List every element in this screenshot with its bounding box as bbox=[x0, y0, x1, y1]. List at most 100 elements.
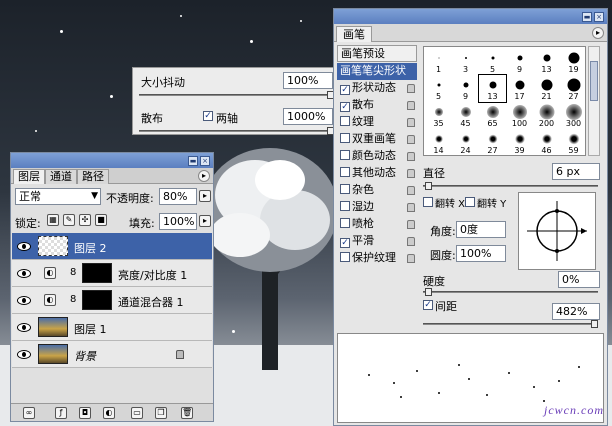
brush-option-7[interactable]: 湿边 bbox=[337, 199, 417, 216]
angle-input[interactable]: 0度 bbox=[456, 221, 506, 238]
chain-link-icon[interactable]: 8 bbox=[70, 294, 76, 305]
close-button[interactable]: × bbox=[200, 155, 210, 166]
lock-icon[interactable] bbox=[407, 186, 415, 195]
lock-icon[interactable] bbox=[407, 84, 415, 93]
brush-tip-14[interactable]: 65 bbox=[479, 102, 506, 129]
lock-paint-icon[interactable]: ✎ bbox=[63, 214, 75, 226]
brush-grid-scrollbar[interactable] bbox=[588, 46, 600, 156]
layer-row[interactable]: ◐ 8 亮度/对比度 1 bbox=[12, 260, 212, 287]
slider-knob[interactable] bbox=[425, 288, 432, 296]
both-axes-checkbox[interactable]: ✓ bbox=[203, 111, 213, 121]
layer-mask-thumbnail[interactable] bbox=[82, 290, 112, 310]
layer-row[interactable]: 图层 2 bbox=[12, 233, 212, 260]
brush-tip-shape-item[interactable]: 画笔笔尖形状 bbox=[337, 63, 417, 80]
lock-icon[interactable] bbox=[407, 169, 415, 178]
flip-x-checkbox[interactable] bbox=[423, 197, 433, 207]
brush-tip-23[interactable]: 59 bbox=[560, 129, 587, 156]
option-checkbox[interactable] bbox=[340, 252, 350, 262]
link-layers-icon[interactable]: ∞ bbox=[23, 407, 35, 419]
diameter-slider[interactable] bbox=[423, 182, 598, 190]
panel-menu-icon[interactable]: ▸ bbox=[198, 170, 210, 182]
slider-knob[interactable] bbox=[591, 320, 598, 328]
opacity-input[interactable]: 80% bbox=[159, 188, 197, 205]
layer-thumbnail[interactable] bbox=[38, 236, 68, 256]
blend-mode-select[interactable]: 正常 ▼ bbox=[15, 188, 101, 205]
layer-thumbnail[interactable] bbox=[38, 344, 68, 364]
brush-tip-20[interactable]: 27 bbox=[479, 129, 506, 156]
brush-option-0[interactable]: ✓ 形状动态 bbox=[337, 80, 417, 97]
option-checkbox[interactable] bbox=[340, 201, 350, 211]
eye-icon[interactable] bbox=[17, 242, 31, 251]
panel-menu-icon[interactable]: ▸ bbox=[592, 27, 604, 39]
brush-tip-13[interactable]: 45 bbox=[452, 102, 479, 129]
scatter-input[interactable]: 1000% bbox=[283, 108, 333, 125]
angle-roundness-widget[interactable] bbox=[518, 192, 596, 270]
lock-icon[interactable] bbox=[407, 203, 415, 212]
tab-layers[interactable]: 图层 bbox=[13, 169, 45, 184]
brush-presets-button[interactable]: 画笔预设 bbox=[337, 45, 417, 62]
brush-tip-7[interactable]: 9 bbox=[452, 75, 479, 102]
brush-option-6[interactable]: 杂色 bbox=[337, 182, 417, 199]
brush-tip-21[interactable]: 39 bbox=[506, 129, 533, 156]
brush-tip-18[interactable]: 14 bbox=[425, 129, 452, 156]
adjustment-layer-icon[interactable]: ◐ bbox=[103, 407, 115, 419]
scrollbar-thumb[interactable] bbox=[590, 61, 598, 101]
option-checkbox[interactable]: ✓ bbox=[340, 238, 350, 248]
lock-icon[interactable] bbox=[407, 135, 415, 144]
new-layer-icon[interactable]: ❐ bbox=[155, 407, 167, 419]
brush-tip-9[interactable]: 17 bbox=[506, 75, 533, 102]
fill-input[interactable]: 100% bbox=[159, 213, 197, 230]
spacing-input[interactable]: 482% bbox=[552, 303, 600, 320]
brush-tip-16[interactable]: 200 bbox=[533, 102, 560, 129]
option-checkbox[interactable] bbox=[340, 133, 350, 143]
brush-option-5[interactable]: 其他动态 bbox=[337, 165, 417, 182]
brush-tip-1[interactable]: 3 bbox=[452, 48, 479, 75]
diameter-input[interactable]: 6 px bbox=[552, 163, 600, 180]
brush-option-10[interactable]: 保护纹理 bbox=[337, 250, 417, 267]
layer-mask-thumbnail[interactable] bbox=[82, 263, 112, 283]
brush-tip-12[interactable]: 35 bbox=[425, 102, 452, 129]
tab-brush[interactable]: 画笔 bbox=[336, 26, 372, 42]
lock-icon[interactable] bbox=[407, 152, 415, 161]
brush-option-8[interactable]: 喷枪 bbox=[337, 216, 417, 233]
layer-row[interactable]: 背景 bbox=[12, 341, 212, 368]
brush-tip-5[interactable]: 19 bbox=[560, 48, 587, 75]
brush-option-1[interactable]: ✓ 散布 bbox=[337, 97, 417, 114]
option-checkbox[interactable] bbox=[340, 184, 350, 194]
roundness-input[interactable]: 100% bbox=[456, 245, 506, 262]
lock-icon[interactable] bbox=[407, 220, 415, 229]
brush-panel-titlebar[interactable]: ▬ × bbox=[334, 9, 607, 24]
trash-icon[interactable]: 🗑 bbox=[181, 407, 193, 419]
new-group-icon[interactable]: ▭ bbox=[131, 407, 143, 419]
layer-thumbnail[interactable] bbox=[38, 317, 68, 337]
eye-icon[interactable] bbox=[17, 350, 31, 359]
tab-channels[interactable]: 通道 bbox=[45, 169, 77, 184]
option-checkbox[interactable] bbox=[340, 167, 350, 177]
lock-icon[interactable] bbox=[407, 237, 415, 246]
lock-move-icon[interactable]: ✣ bbox=[79, 214, 91, 226]
option-checkbox[interactable]: ✓ bbox=[340, 85, 350, 95]
eye-icon[interactable] bbox=[17, 323, 31, 332]
lock-all-icon[interactable]: ■ bbox=[95, 214, 107, 226]
size-jitter-input[interactable]: 100% bbox=[283, 72, 333, 89]
hardness-slider[interactable] bbox=[423, 288, 598, 296]
brush-option-9[interactable]: ✓ 平滑 bbox=[337, 233, 417, 250]
brush-tip-17[interactable]: 300 bbox=[560, 102, 587, 129]
close-button[interactable]: × bbox=[594, 11, 604, 22]
brush-tip-11[interactable]: 27 bbox=[560, 75, 587, 102]
layer-row[interactable]: ◐ 8 通道混合器 1 bbox=[12, 287, 212, 314]
lock-transparency-icon[interactable]: ▦ bbox=[47, 214, 59, 226]
scatter-slider[interactable] bbox=[139, 127, 334, 135]
brush-tip-15[interactable]: 100 bbox=[506, 102, 533, 129]
brush-option-3[interactable]: 双重画笔 bbox=[337, 131, 417, 148]
minimize-button[interactable]: ▬ bbox=[582, 11, 592, 22]
lock-icon[interactable] bbox=[407, 118, 415, 127]
chain-link-icon[interactable]: 8 bbox=[70, 267, 76, 278]
layer-row[interactable]: 图层 1 bbox=[12, 314, 212, 341]
brush-tip-22[interactable]: 46 bbox=[533, 129, 560, 156]
brush-tip-3[interactable]: 9 bbox=[506, 48, 533, 75]
brush-tip-6[interactable]: 5 bbox=[425, 75, 452, 102]
brush-option-4[interactable]: 颜色动态 bbox=[337, 148, 417, 165]
layer-style-icon[interactable]: ƒ bbox=[55, 407, 67, 419]
brush-tip-10[interactable]: 21 bbox=[533, 75, 560, 102]
